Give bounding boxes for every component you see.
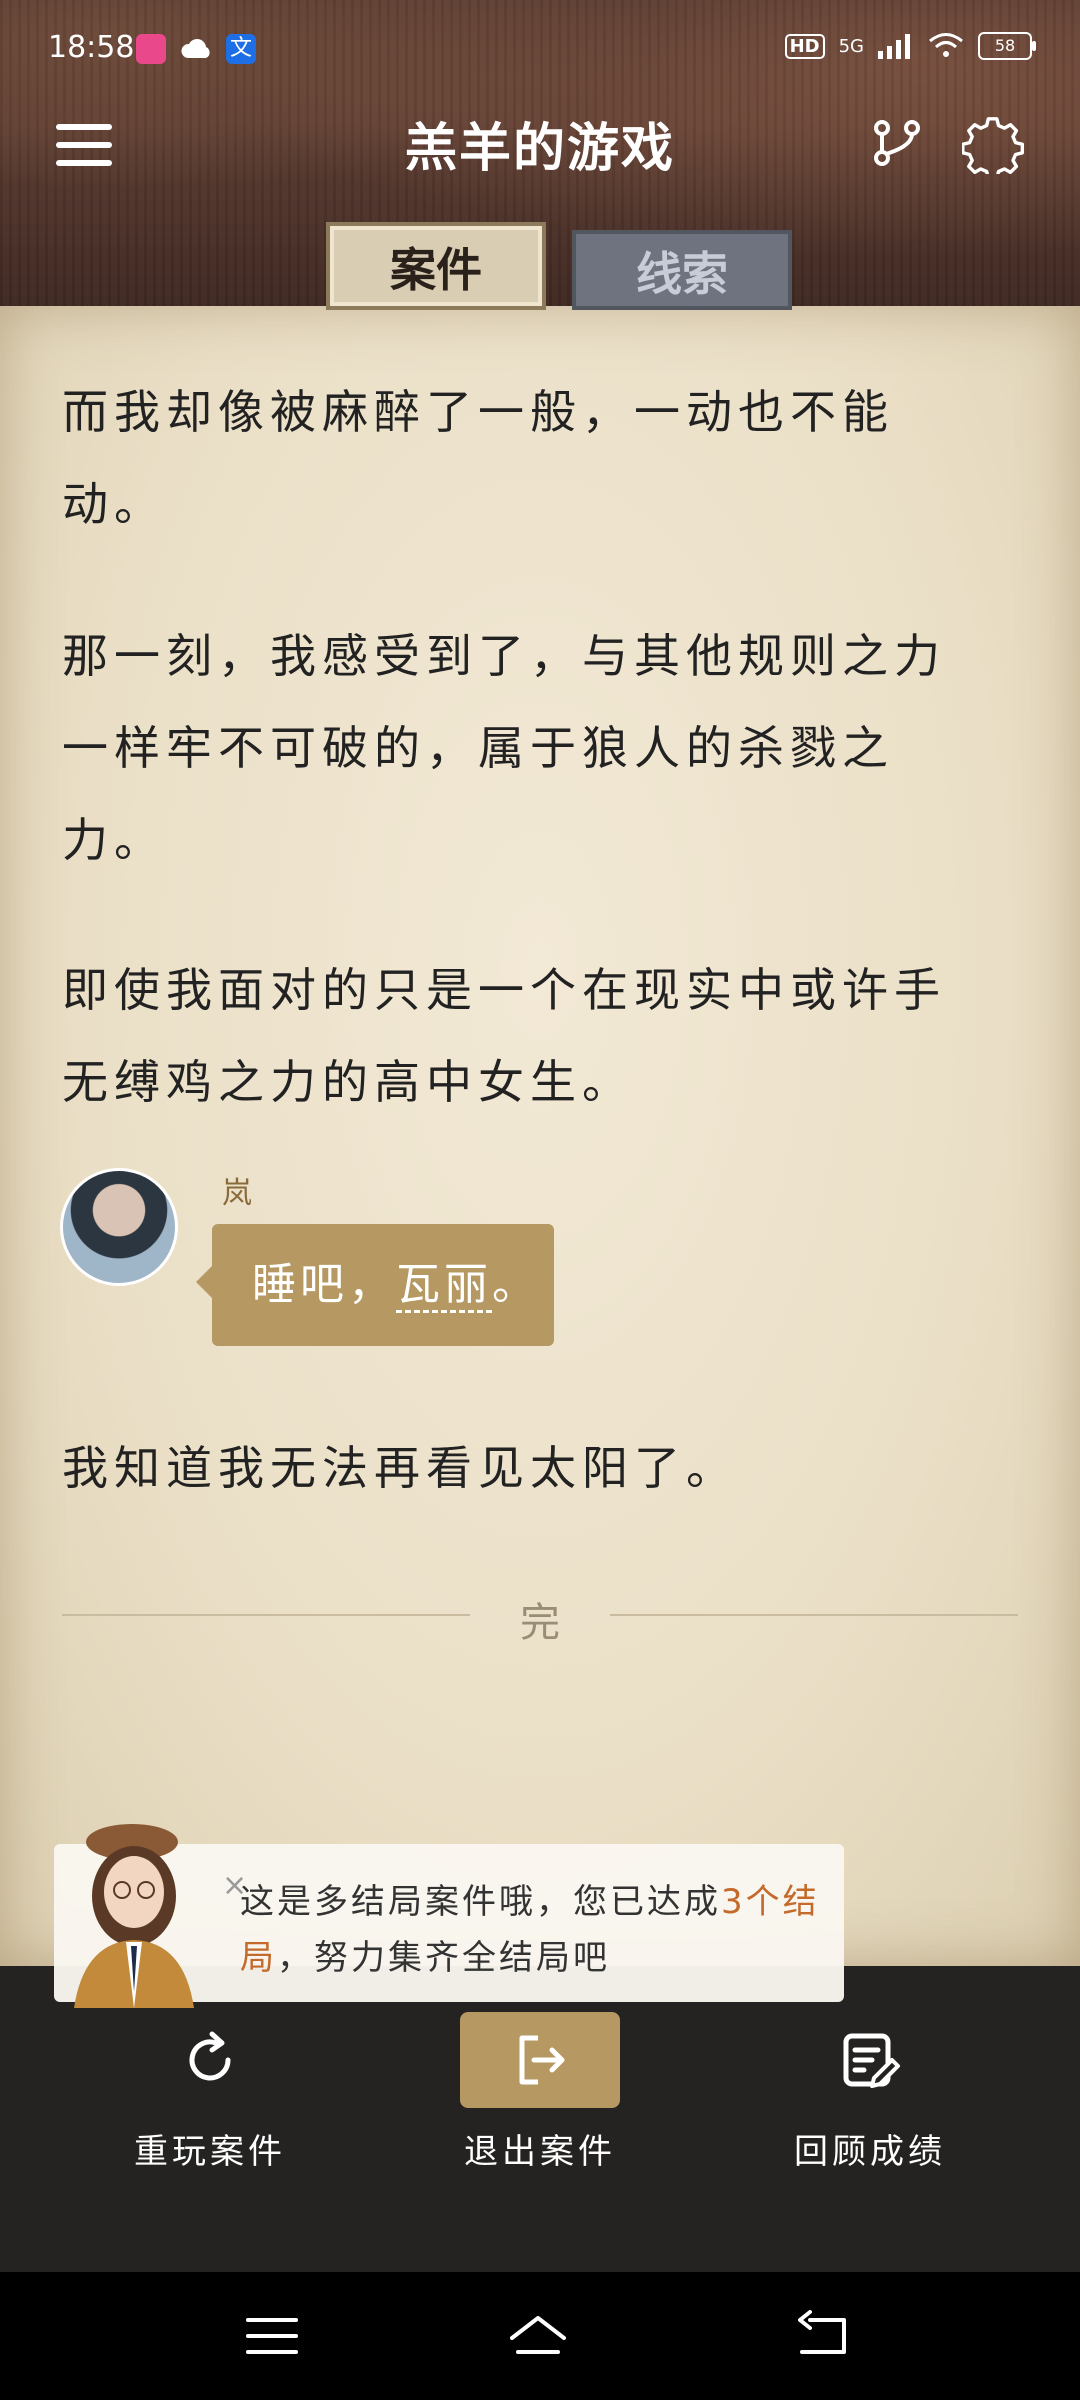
- lofter-app-icon: [136, 34, 166, 64]
- review-icon: [843, 2033, 900, 2088]
- review-results-label: 回顾成绩: [794, 2132, 946, 2172]
- battery-indicator: 58: [978, 32, 1036, 60]
- replay-case-button[interactable]: 重玩案件: [90, 2012, 330, 2173]
- branch-icon[interactable]: [870, 116, 924, 170]
- status-time: 18:58: [48, 30, 135, 65]
- tip-text: 这是多结局案件哦，您已达成3个结局，努力集齐全结局吧: [240, 1874, 830, 1986]
- story-paragraph: 而我却像被麻醉了一般，一动也不能动。: [62, 385, 894, 531]
- story-paragraph: 即使我面对的只是一个在现实中或许手无缚鸡之力的高中女生。: [62, 963, 946, 1109]
- end-divider-right: [610, 1614, 1018, 1616]
- hd-badge: HD: [784, 33, 825, 59]
- tip-text-end: ，努力集齐全结局吧: [277, 1938, 610, 1978]
- status-right-group: HD 5G 58: [784, 32, 1036, 60]
- home-icon[interactable]: [506, 2304, 570, 2368]
- detective-girl-illustration: [74, 1824, 194, 2008]
- signal-icon: [878, 34, 910, 59]
- system-nav-bar: [0, 2272, 1080, 2400]
- replay-case-label: 重玩案件: [134, 2132, 286, 2172]
- recent-apps-icon[interactable]: [240, 2304, 304, 2368]
- tab-cases[interactable]: 案件: [326, 222, 546, 310]
- speaker-name: 岚: [222, 1176, 252, 1211]
- exit-case-button[interactable]: 退出案件: [420, 2012, 660, 2173]
- dialogue-bubble: 睡吧，瓦丽。: [196, 1224, 554, 1346]
- settings-gear-icon[interactable]: [962, 112, 1024, 174]
- exit-case-label: 退出案件: [464, 2132, 616, 2172]
- status-bar: 18:58 文 HD 5G 58: [0, 0, 1080, 96]
- exit-icon: [519, 2035, 565, 2085]
- end-label: 完: [520, 1600, 560, 1646]
- tip-text-start: 这是多结局案件哦，您已达成: [240, 1882, 721, 1922]
- character-avatar: [60, 1168, 178, 1286]
- end-divider-left: [62, 1614, 470, 1616]
- network-label: 5G: [838, 35, 864, 57]
- review-results-button[interactable]: 回顾成绩: [750, 2012, 990, 2173]
- story-paragraph: 我知道我无法再看见太阳了。: [62, 1441, 738, 1495]
- story-paragraph: 那一刻，我感受到了，与其他规则之力一样牢不可破的，属于狼人的杀戮之力。: [62, 629, 946, 867]
- translate-app-icon: 文: [226, 34, 256, 64]
- dialogue-text: 睡吧，: [252, 1259, 396, 1310]
- dialogue-text-end: 。: [492, 1259, 540, 1310]
- tab-clues[interactable]: 线索: [572, 230, 792, 310]
- replay-icon: [189, 2031, 231, 2081]
- dialogue-name-link[interactable]: 瓦丽: [396, 1259, 492, 1313]
- wifi-icon: [929, 33, 963, 57]
- cloud-app-icon: [180, 34, 210, 64]
- story-page: 而我却像被麻醉了一般，一动也不能动。 那一刻，我感受到了，与其他规则之力一样牢不…: [0, 306, 1080, 1966]
- back-icon[interactable]: [790, 2304, 854, 2368]
